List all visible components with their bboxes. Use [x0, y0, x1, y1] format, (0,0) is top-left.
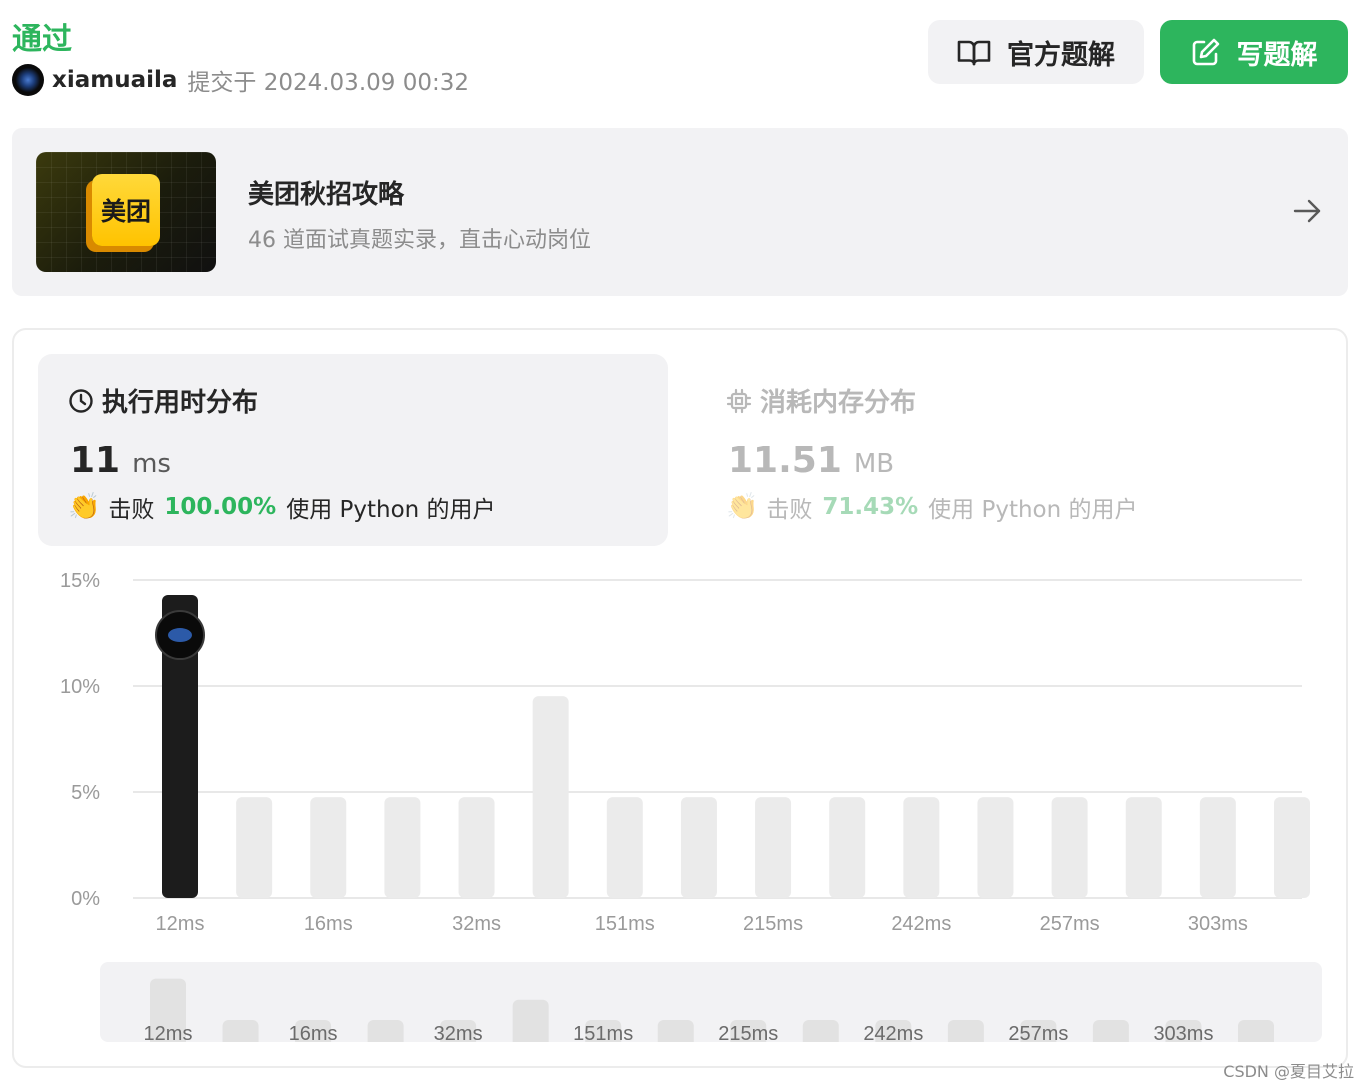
navigator-bar [1092, 1020, 1129, 1042]
runtime-unit: ms [132, 449, 171, 479]
watermark: CSDN @夏目艾拉 [1223, 1062, 1354, 1081]
chip-icon [726, 388, 752, 413]
x-tick-label: 242ms [891, 913, 951, 935]
chart-bar[interactable] [1125, 797, 1162, 898]
x-tick-label: 32ms [452, 913, 501, 935]
memory-beat-suffix: 使用 Python 的用户 [928, 497, 1138, 523]
memory-value: 11.51 [728, 440, 842, 481]
runtime-panel[interactable]: 执行用时分布 11 ms 👏 击败 100.00% 使用 Python 的用户 [38, 354, 668, 546]
chart-bar[interactable] [1199, 797, 1236, 898]
meituan-logo: 美团 [92, 174, 160, 246]
chart-bar[interactable] [903, 797, 940, 898]
memory-unit: MB [853, 449, 895, 479]
chart-range-navigator[interactable]: 12ms 16ms 32ms 151ms 215ms 242ms 257ms 303ms [100, 962, 1322, 1042]
chart-bar[interactable] [977, 797, 1014, 898]
navigator-bar [947, 1020, 984, 1042]
navigator-bar [367, 1020, 404, 1042]
chart-bar[interactable] [606, 797, 643, 898]
x-tick-label: 215ms [743, 913, 803, 935]
y-tick-label: 10% [60, 676, 100, 698]
navigator-bar [802, 1020, 839, 1042]
edit-icon [1192, 38, 1219, 66]
memory-title-row: 消耗内存分布 [726, 382, 916, 419]
runtime-value: 11 [70, 440, 121, 481]
chart-bar[interactable] [384, 797, 421, 898]
navigator-x-label: 303ms [1153, 1023, 1213, 1042]
navigator-bar [1238, 1020, 1274, 1042]
chart-bar[interactable] [680, 797, 717, 898]
book-icon [957, 40, 991, 66]
runtime-beat-pct: 100.00% [164, 494, 277, 520]
memory-panel[interactable]: 消耗内存分布 11.51 MB 👏 击败 71.43% 使用 Python 的用… [696, 354, 1326, 546]
user-avatar-marker [155, 610, 205, 661]
runtime-title: 执行用时分布 [102, 388, 259, 418]
navigator-bar [657, 1020, 694, 1042]
memory-title: 消耗内存分布 [760, 388, 917, 418]
banner-image: 美团 [36, 152, 216, 272]
memory-value-row: 11.51 MB [728, 440, 894, 481]
navigator-x-label: 151ms [573, 1023, 633, 1042]
banner-title: 美团秋招攻略 [248, 180, 405, 210]
x-tick-label: 151ms [595, 913, 655, 935]
memory-beat: 👏 击败 71.43% 使用 Python 的用户 [726, 490, 1138, 524]
y-tick-label: 0% [71, 888, 100, 910]
navigator-x-label: 242ms [863, 1023, 923, 1042]
arrow-right-icon[interactable] [1292, 196, 1322, 226]
username[interactable]: xiamuaila [52, 67, 177, 93]
runtime-beat-label: 击败 [108, 497, 155, 523]
submitted-time: 提交于 2024.03.09 00:32 [187, 70, 469, 96]
navigator-x-label: 215ms [718, 1023, 778, 1042]
y-tick-label: 15% [60, 570, 100, 592]
runtime-value-row: 11 ms [70, 440, 171, 481]
chart-bar[interactable] [532, 696, 569, 898]
navigator-x-label: 257ms [1008, 1023, 1068, 1042]
x-tick-label: 16ms [304, 913, 353, 935]
chart-bar[interactable] [1274, 797, 1310, 898]
chart-bar[interactable] [1051, 797, 1088, 898]
clap-icon: 👏 [68, 492, 101, 522]
x-tick-label: 12ms [156, 913, 205, 935]
promo-banner[interactable]: 美团 美团秋招攻略 46 道面试真题实录，直击心动岗位 [12, 128, 1348, 296]
runtime-title-row: 执行用时分布 [68, 382, 258, 419]
memory-beat-pct: 71.43% [822, 494, 919, 520]
runtime-beat: 👏 击败 100.00% 使用 Python 的用户 [68, 490, 496, 524]
navigator-chart: 12ms 16ms 32ms 151ms 215ms 242ms 257ms 303ms [144, 978, 1274, 1042]
chart-bar[interactable] [310, 797, 347, 898]
banner-subtitle: 46 道面试真题实录，直击心动岗位 [248, 228, 591, 253]
memory-beat-label: 击败 [766, 497, 813, 523]
avatar[interactable] [12, 64, 44, 96]
runtime-distribution-chart: 15% 10% 5% 0% 12ms 16ms 32ms 151ms 215ms 242ms 257… [60, 570, 1310, 935]
clock-icon [69, 388, 93, 413]
runtime-beat-suffix: 使用 Python 的用户 [286, 497, 496, 523]
navigator-x-label: 32ms [434, 1023, 483, 1042]
submission-meta: xiamuaila 提交于 2024.03.09 00:32 [12, 64, 469, 96]
write-solution-label: 写题解 [1236, 39, 1318, 71]
x-tick-label: 303ms [1188, 913, 1248, 935]
chart-bar[interactable] [755, 797, 792, 898]
chart-bar[interactable] [829, 797, 866, 898]
official-solution-button[interactable]: 官方题解 [928, 20, 1144, 84]
navigator-x-label: 12ms [144, 1023, 193, 1042]
navigator-bar [222, 1020, 259, 1042]
x-tick-label: 257ms [1040, 913, 1100, 935]
navigator-bar [512, 999, 549, 1042]
write-solution-button[interactable]: 写题解 [1160, 20, 1348, 84]
navigator-x-label: 16ms [289, 1023, 338, 1042]
chart-bar[interactable] [458, 797, 495, 898]
official-solution-label: 官方题解 [1007, 39, 1115, 71]
y-tick-label: 5% [71, 782, 100, 804]
submission-status: 通过 [12, 22, 72, 57]
chart-bar[interactable] [236, 797, 273, 898]
clap-icon: 👏 [726, 492, 759, 522]
